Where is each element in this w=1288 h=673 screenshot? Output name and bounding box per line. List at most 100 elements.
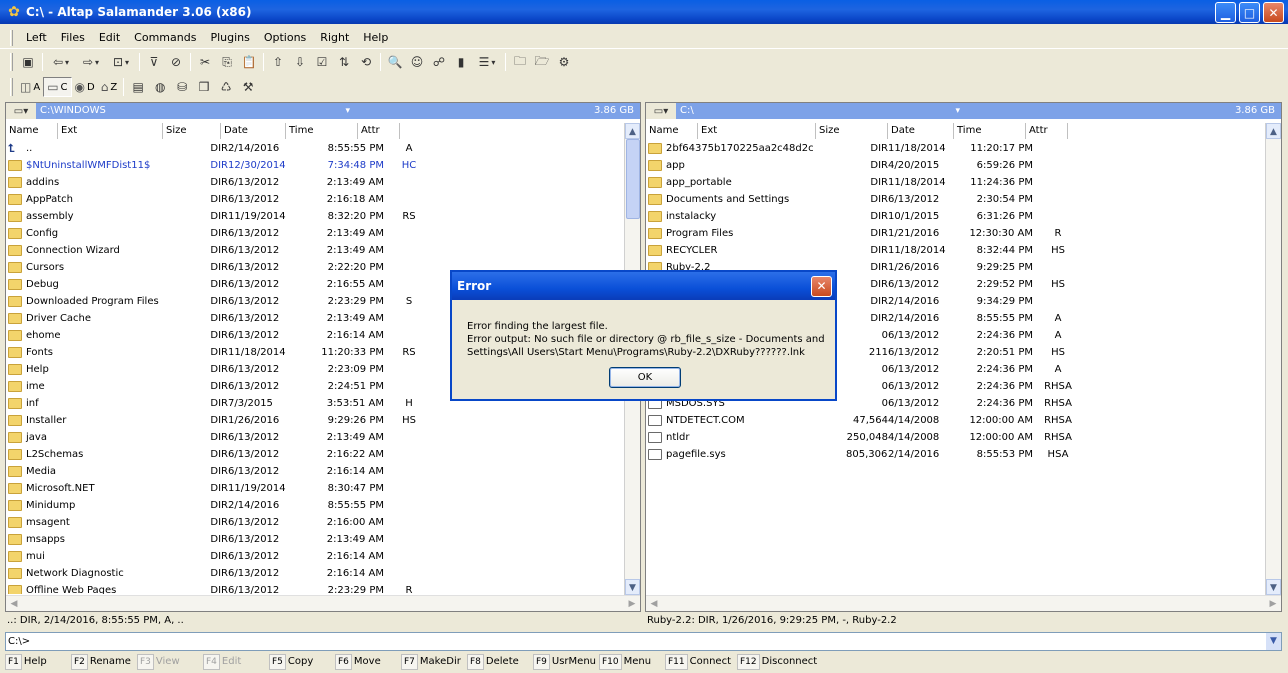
scroll-right-icon[interactable]: ▶: [1265, 599, 1281, 609]
file-row[interactable]: assembly DIR 11/19/2014 8:32:20 PM RS: [6, 208, 626, 225]
command-history-dropdown-icon[interactable]: ▼: [1266, 633, 1281, 650]
hot-path-icon[interactable]: 🗁: [531, 52, 553, 72]
file-row[interactable]: AppPatch DIR 6/13/2012 2:16:18 AM: [6, 191, 626, 208]
open-folder-icon[interactable]: 🗀: [509, 52, 531, 72]
unpack-icon[interactable]: ⇩: [289, 52, 311, 72]
menu-edit[interactable]: Edit: [92, 29, 127, 47]
shares-icon[interactable]: ☍: [428, 52, 450, 72]
col-date[interactable]: Date: [221, 123, 286, 139]
left-drive-dropdown-icon[interactable]: ▭▾: [6, 103, 36, 119]
file-row[interactable]: Config DIR 6/13/2012 2:13:49 AM: [6, 225, 626, 242]
file-row[interactable]: Minidump DIR 2/14/2016 8:55:55 PM: [6, 497, 626, 514]
compare-dirs-icon[interactable]: ⇅: [333, 52, 355, 72]
file-row[interactable]: java DIR 6/13/2012 2:13:49 AM: [6, 429, 626, 446]
file-row[interactable]: instalacky DIR 10/1/2015 6:31:26 PM: [646, 208, 1266, 225]
scroll-thumb[interactable]: [626, 139, 640, 219]
col-ext[interactable]: Ext: [698, 123, 816, 139]
file-row[interactable]: Offline Web Pages DIR 6/13/2012 2:23:29 PM R: [6, 582, 626, 594]
filter-icon[interactable]: ⊽: [143, 52, 165, 72]
menu-plugins[interactable]: Plugins: [203, 29, 256, 47]
fkey-f6-button[interactable]: F6 Move: [335, 654, 401, 670]
users-icon[interactable]: ☺: [406, 52, 428, 72]
menu-commands[interactable]: Commands: [127, 29, 203, 47]
close-window-button[interactable]: ✕: [1263, 2, 1284, 23]
fkey-f9-button[interactable]: F9 UsrMenu: [533, 654, 599, 670]
col-name[interactable]: Name: [6, 123, 58, 139]
scroll-up-icon[interactable]: ▲: [1266, 123, 1281, 139]
fkey-f2-button[interactable]: F2 Rename: [71, 654, 137, 670]
documents-icon[interactable]: ▤: [127, 77, 149, 97]
right-drive-dropdown-icon[interactable]: ▭▾: [646, 103, 676, 119]
file-row[interactable]: msagent DIR 6/13/2012 2:16:00 AM: [6, 514, 626, 531]
pack-icon[interactable]: ⇧: [267, 52, 289, 72]
file-row[interactable]: NTDETECT.COM 47,564 4/14/2008 12:00:00 AM RH…: [646, 412, 1266, 429]
drive-z-button[interactable]: ⌂ Z: [98, 77, 120, 97]
col-time[interactable]: Time: [954, 123, 1026, 139]
filesystem-icon[interactable]: ⚒: [237, 77, 259, 97]
fkey-f3-button[interactable]: F3 View: [137, 654, 203, 670]
file-row[interactable]: Program Files DIR 1/21/2016 12:30:30 AM R: [646, 225, 1266, 242]
back-arrow-icon[interactable]: ⇦: [46, 52, 76, 72]
col-ext[interactable]: Ext: [58, 123, 163, 139]
fkey-f4-button[interactable]: F4 Edit: [203, 654, 269, 670]
archive-icon[interactable]: ❒: [193, 77, 215, 97]
dialog-close-button[interactable]: ✕: [811, 276, 832, 297]
file-row[interactable]: Microsoft.NET DIR 11/19/2014 8:30:47 PM: [6, 480, 626, 497]
command-line[interactable]: C:\> ▼: [5, 632, 1282, 651]
maximize-button[interactable]: □: [1239, 2, 1260, 23]
scroll-down-icon[interactable]: ▼: [1266, 579, 1281, 595]
command-prompt-icon[interactable]: ▮: [450, 52, 472, 72]
menu-right[interactable]: Right: [313, 29, 356, 47]
network-neighborhood-icon[interactable]: ◍: [149, 77, 171, 97]
fkey-f5-button[interactable]: F5 Copy: [269, 654, 335, 670]
menu-help[interactable]: Help: [356, 29, 395, 47]
col-attr[interactable]: Attr: [358, 123, 400, 139]
fkey-f8-button[interactable]: F8 Delete: [467, 654, 533, 670]
copy-icon[interactable]: ⎘: [216, 52, 238, 72]
find-files-icon[interactable]: 🔍: [384, 52, 406, 72]
paste-icon[interactable]: 📋: [238, 52, 260, 72]
menu-options[interactable]: Options: [257, 29, 313, 47]
scroll-up-icon[interactable]: ▲: [625, 123, 640, 139]
connect-network-drive-icon[interactable]: ▣: [17, 52, 39, 72]
menu-left[interactable]: Left: [19, 29, 54, 47]
col-attr[interactable]: Attr: [1026, 123, 1068, 139]
fkey-f7-button[interactable]: F7 MakeDir: [401, 654, 467, 670]
col-size[interactable]: Size: [163, 123, 221, 139]
scroll-left-icon[interactable]: ◀: [646, 599, 662, 609]
right-path[interactable]: C:\: [676, 103, 964, 119]
right-horizontal-scrollbar[interactable]: ◀ ▶: [646, 595, 1281, 611]
file-row[interactable]: pagefile.sys 805,306,3682/14/2016 8:55:53 …: [646, 446, 1266, 463]
dialog-ok-button[interactable]: OK: [609, 367, 681, 388]
right-vertical-scrollbar[interactable]: ▲ ▼: [1265, 123, 1281, 595]
cut-icon[interactable]: ✂: [194, 52, 216, 72]
fkey-f12-button[interactable]: F12 Disconnect: [737, 654, 817, 670]
file-row[interactable]: $NtUninstallWMFDist11$ DIR 12/30/2014 7:34:…: [6, 157, 626, 174]
col-size[interactable]: Size: [816, 123, 888, 139]
fkey-f10-button[interactable]: F10 Menu: [599, 654, 665, 670]
file-row[interactable]: 2bf64375b170225aa2c48d2c DIR 11/18/2014 11:…: [646, 140, 1266, 157]
sync-dirs-icon[interactable]: ⟲: [355, 52, 377, 72]
fkey-f11-button[interactable]: F11 Connect: [665, 654, 737, 670]
properties-icon[interactable]: ☑: [311, 52, 333, 72]
file-row[interactable]: app DIR 4/20/2015 6:59:26 PM: [646, 157, 1266, 174]
drive-d-button[interactable]: ◉ D: [72, 77, 98, 97]
file-row[interactable]: msapps DIR 6/13/2012 2:13:49 AM: [6, 531, 626, 548]
plugin-icon[interactable]: ⚙: [553, 52, 575, 72]
file-row[interactable]: Documents and Settings DIR 6/13/2012 2:30:5…: [646, 191, 1266, 208]
file-row[interactable]: L2Schemas DIR 6/13/2012 2:16:22 AM: [6, 446, 626, 463]
left-path[interactable]: C:\WINDOWS: [36, 103, 354, 119]
file-row[interactable]: mui DIR 6/13/2012 2:16:14 AM: [6, 548, 626, 565]
drive-a-button[interactable]: ◫ A: [17, 77, 43, 97]
col-time[interactable]: Time: [286, 123, 358, 139]
ftp-icon[interactable]: ⛁: [171, 77, 193, 97]
view-mode-icon[interactable]: ☰: [472, 52, 502, 72]
fkey-f1-button[interactable]: F1 Help: [5, 654, 71, 670]
file-row[interactable]: Media DIR 6/13/2012 2:16:14 AM: [6, 463, 626, 480]
file-row[interactable]: Network Diagnostic DIR 6/13/2012 2:16:14 AM: [6, 565, 626, 582]
clear-filter-icon[interactable]: ⊘: [165, 52, 187, 72]
file-row[interactable]: addins DIR 6/13/2012 2:13:49 AM: [6, 174, 626, 191]
file-row[interactable]: Installer DIR 1/26/2016 9:29:26 PM HS: [6, 412, 626, 429]
col-name[interactable]: Name: [646, 123, 698, 139]
left-horizontal-scrollbar[interactable]: ◀ ▶: [6, 595, 640, 611]
